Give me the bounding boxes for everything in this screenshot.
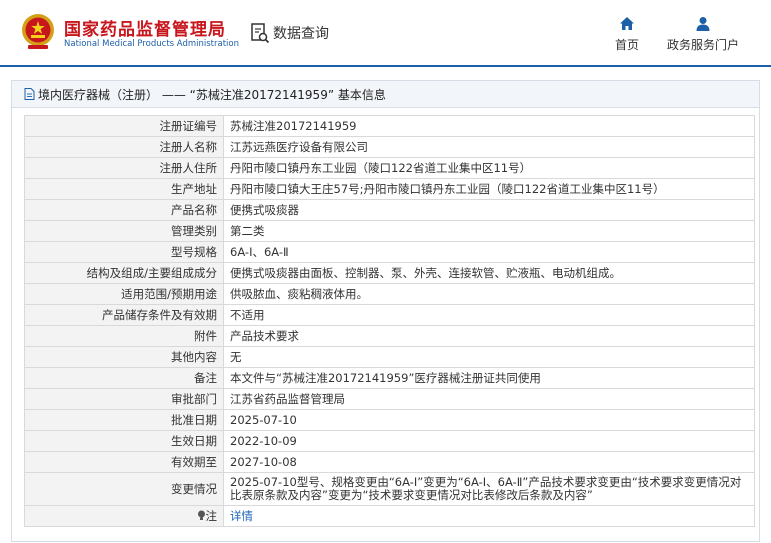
- field-value: 本文件与“苏械注准20172141959”医疗器械注册证共同使用: [223, 367, 755, 389]
- nav-home[interactable]: 首页: [612, 16, 642, 53]
- field-key: 审批部门: [24, 388, 224, 410]
- field-key: 其他内容: [24, 346, 224, 368]
- table-row: 结构及组成/主要组成成分 便携式吸痰器由面板、控制器、泵、外壳、连接软管、贮液瓶、…: [24, 262, 755, 284]
- note-value-cell: 详情: [223, 505, 755, 527]
- table-row: 产品储存条件及有效期 不适用: [24, 304, 755, 326]
- nav-service-portal[interactable]: 政务服务门户: [664, 16, 742, 53]
- field-value: 第二类: [223, 220, 755, 242]
- note-key-cell: 注: [24, 505, 224, 527]
- nav-service-portal-label: 政务服务门户: [666, 38, 739, 52]
- nav-home-label: 首页: [614, 38, 639, 52]
- table-row: 适用范围/预期用途 供吸脓血、痰粘稠液体用。: [24, 283, 755, 305]
- field-value: 便携式吸痰器: [223, 199, 755, 221]
- field-key: 结构及组成/主要组成成分: [24, 262, 224, 284]
- field-value: 江苏远燕医疗设备有限公司: [223, 136, 755, 158]
- panel-header: 境内医疗器械（注册） —— “苏械注准20172141959” 基本信息: [12, 81, 759, 108]
- table-row: 批准日期 2025-07-10: [24, 409, 755, 431]
- field-value: 丹阳市陵口镇大王庄57号;丹阳市陵口镇丹东工业园（陵口122省道工业集中区11号…: [223, 178, 755, 200]
- site-title: 国家药品监督管理局: [64, 20, 226, 40]
- field-value: 6A-Ⅰ、6A-Ⅱ: [223, 241, 755, 263]
- table-row: 审批部门 江苏省药品监督管理局: [24, 388, 755, 410]
- data-query-link[interactable]: 数据查询: [250, 21, 329, 45]
- field-value: 2025-07-10: [223, 409, 755, 431]
- field-key: 管理类别: [24, 220, 224, 242]
- table-row: 注册人名称 江苏远燕医疗设备有限公司: [24, 136, 755, 158]
- table-row: 生效日期 2022-10-09: [24, 430, 755, 452]
- panel-title: 境内医疗器械（注册） —— “苏械注准20172141959” 基本信息: [38, 87, 386, 102]
- table-row: 备注 本文件与“苏械注准20172141959”医疗器械注册证共同使用: [24, 367, 755, 389]
- table-row: 生产地址 丹阳市陵口镇大王庄57号;丹阳市陵口镇丹东工业园（陵口122省道工业集中…: [24, 178, 755, 200]
- field-value: 无: [223, 346, 755, 368]
- field-key: 变更情况: [24, 472, 224, 506]
- table-row: 注册证编号 苏械注准20172141959: [24, 115, 755, 137]
- field-value: 苏械注准20172141959: [223, 115, 755, 137]
- field-value: 2022-10-09: [223, 430, 755, 452]
- table-row: 管理类别 第二类: [24, 220, 755, 242]
- field-key: 型号规格: [24, 241, 224, 263]
- home-icon: [620, 17, 634, 30]
- national-emblem-icon: [22, 14, 54, 49]
- table-row: 其他内容无: [24, 346, 755, 368]
- field-key: 适用范围/预期用途: [24, 283, 224, 305]
- field-value: 供吸脓血、痰粘稠液体用。: [223, 283, 755, 305]
- details-link[interactable]: 详情: [230, 509, 253, 523]
- field-value: 2027-10-08: [223, 451, 755, 473]
- field-key: 注册人住所: [24, 157, 224, 179]
- table-row: 有效期至 2027-10-08: [24, 451, 755, 473]
- table-row: 型号规格 6A-Ⅰ、6A-Ⅱ: [24, 241, 755, 263]
- table-row: 变更情况 2025-07-10型号、规格变更由“6A-Ⅰ”变更为“6A-Ⅰ、6A-…: [24, 472, 755, 506]
- field-key: 备注: [24, 367, 224, 389]
- field-value: 不适用: [223, 304, 755, 326]
- field-key: 生产地址: [24, 178, 224, 200]
- registration-info-table: 注册证编号 苏械注准20172141959 注册人名称 江苏远燕医疗设备有限公司 注…: [24, 115, 755, 527]
- document-search-icon: [251, 23, 270, 44]
- field-value: 江苏省药品监督管理局: [223, 388, 755, 410]
- field-key: 注册证编号: [24, 115, 224, 137]
- field-key: 批准日期: [24, 409, 224, 431]
- site-subtitle: National Medical Products Administration: [64, 39, 239, 49]
- lightbulb-icon: [197, 510, 205, 520]
- note-row: 注 详情: [24, 505, 755, 527]
- field-key: 有效期至: [24, 451, 224, 473]
- table-row: 附件 产品技术要求: [24, 325, 755, 347]
- document-icon: [24, 88, 35, 100]
- table-row: 注册人住所 丹阳市陵口镇丹东工业园（陵口122省道工业集中区11号）: [24, 157, 755, 179]
- field-value: 便携式吸痰器由面板、控制器、泵、外壳、连接软管、贮液瓶、电动机组成。: [223, 262, 755, 284]
- field-key: 附件: [24, 325, 224, 347]
- table-row: 产品名称 便携式吸痰器: [24, 199, 755, 221]
- user-icon: [696, 17, 710, 31]
- field-key: 产品储存条件及有效期: [24, 304, 224, 326]
- site-header: 国家药品监督管理局 National Medical Products Admi…: [0, 0, 771, 67]
- field-key: 注册人名称: [24, 136, 224, 158]
- field-key: 生效日期: [24, 430, 224, 452]
- field-value: 产品技术要求: [223, 325, 755, 347]
- note-key: 注: [205, 508, 218, 523]
- field-value: 丹阳市陵口镇丹东工业园（陵口122省道工业集中区11号）: [223, 157, 755, 179]
- field-value: 2025-07-10型号、规格变更由“6A-Ⅰ”变更为“6A-Ⅰ、6A-Ⅱ”产品…: [223, 472, 755, 506]
- detail-panel: 境内医疗器械（注册） —— “苏械注准20172141959” 基本信息 注册证…: [11, 80, 760, 542]
- field-key: 产品名称: [24, 199, 224, 221]
- data-query-label: 数据查询: [273, 26, 329, 42]
